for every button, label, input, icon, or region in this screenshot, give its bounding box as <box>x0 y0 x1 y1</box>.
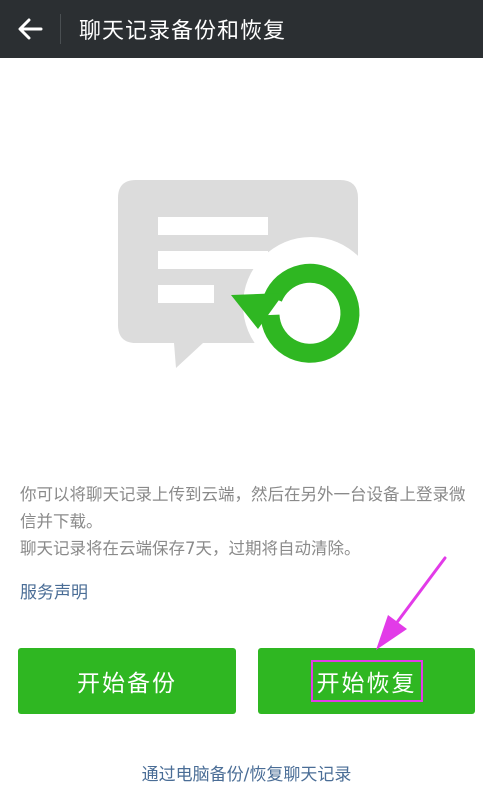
top-bar: 聊天记录备份和恢复 <box>0 0 483 58</box>
service-statement-link[interactable]: 服务声明 <box>20 578 88 603</box>
start-backup-button[interactable]: 开始备份 <box>18 648 236 714</box>
pc-backup-link[interactable]: 通过电脑备份/恢复聊天记录 <box>0 760 483 785</box>
header-divider <box>60 14 61 44</box>
chat-restore-illustration <box>118 175 379 379</box>
start-restore-label: 开始恢复 <box>310 660 423 702</box>
start-backup-label: 开始备份 <box>77 671 177 697</box>
annotation-arrow-icon <box>376 556 447 650</box>
description-text: 你可以将聊天记录上传到云端，然后在另外一台设备上登录微信并下载。 聊天记录将在云… <box>20 481 470 562</box>
page-title: 聊天记录备份和恢复 <box>79 19 287 44</box>
description-line-1: 你可以将聊天记录上传到云端，然后在另外一台设备上登录微信并下载。 <box>20 485 466 531</box>
arrow-left-icon <box>18 18 43 40</box>
start-restore-button[interactable]: 开始恢复 <box>258 648 475 714</box>
chat-restore-icon <box>118 180 379 373</box>
back-button[interactable] <box>0 0 60 58</box>
